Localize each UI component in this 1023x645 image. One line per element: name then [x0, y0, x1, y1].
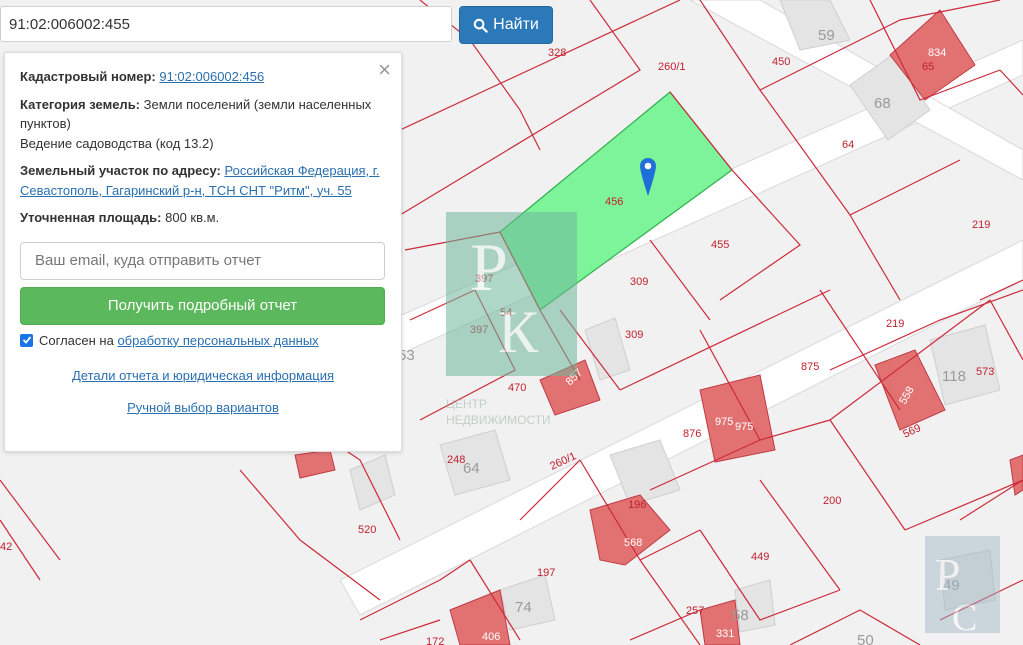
building-number: 59 [818, 27, 835, 44]
watermark-logo-corner: Р С [925, 536, 1000, 639]
parcel-label: 573 [976, 366, 994, 378]
parcel-label: 172 [426, 636, 444, 645]
building-number: 74 [515, 599, 532, 616]
land-category-label: Категория земель: [20, 96, 141, 112]
email-field[interactable] [20, 241, 385, 280]
building-number: 68 [874, 95, 891, 112]
parcel-label: 328 [548, 47, 566, 59]
building-number: 58 [732, 607, 749, 624]
parcel-label: 42 [0, 541, 12, 553]
land-usage: Ведение садоводства (код 13.2) [20, 135, 214, 151]
parcel-label: 520 [358, 524, 376, 536]
parcel-label: 257 [686, 605, 704, 617]
parcel-label: 196 [628, 499, 646, 511]
search-input[interactable] [0, 6, 452, 42]
address-label: Земельный участок по адресу: [20, 163, 221, 178]
get-report-button[interactable]: Получить подробный отчет [20, 286, 385, 325]
consent-row: Согласен на обработку персональных данны… [20, 331, 386, 351]
parcel-label: 309 [625, 329, 643, 341]
search-icon [473, 18, 488, 33]
report-details-link[interactable]: Детали отчета и юридическая информация [72, 368, 334, 383]
parcel-label: 568 [624, 537, 642, 549]
parcel-label: 450 [772, 56, 790, 68]
parcel-label: 455 [711, 239, 729, 251]
parcel-label: 200 [823, 495, 841, 507]
search-button-label: Найти [493, 16, 539, 33]
parcel-label: 406 [482, 631, 500, 643]
watermark-text: ЦЕНТР [446, 397, 487, 411]
parcel-label: 64 [842, 139, 854, 151]
land-category-row: Категория земель: Земли поселений (земли… [20, 95, 386, 134]
parcel-label: 331 [716, 628, 734, 640]
svg-text:Р: Р [935, 549, 961, 600]
parcel-label: 65 [922, 61, 934, 73]
parcel-label: 219 [886, 318, 904, 330]
parcel-label: 834 [928, 47, 946, 59]
parcel-label: 876 [683, 428, 701, 440]
parcel-info-panel: × Кадастровый номер: 91:02:006002:456 Ка… [4, 52, 402, 452]
cadastral-number-label: Кадастровый номер: [20, 69, 156, 84]
area-label: Уточненная площадь: [20, 210, 162, 225]
area-row: Уточненная площадь: 800 кв.м. [20, 208, 386, 228]
building-number: 64 [463, 460, 480, 477]
search-button[interactable]: Найти [459, 6, 553, 44]
parcel-label: 875 [801, 361, 819, 373]
parcel-label: 470 [508, 382, 526, 394]
area-value: 800 кв.м. [165, 210, 220, 225]
cadastral-number-link[interactable]: 91:02:006002:456 [159, 69, 264, 84]
svg-text:К: К [498, 299, 539, 365]
address-row: Земельный участок по адресу: Российская … [20, 161, 386, 200]
parcel-label: 260/1 [658, 61, 686, 73]
parcel-label: 197 [537, 567, 555, 579]
building-number: 118 [942, 368, 966, 385]
close-icon[interactable]: × [378, 59, 391, 81]
manual-selection-link[interactable]: Ручной выбор вариантов [127, 400, 279, 415]
personal-data-link[interactable]: обработку персональных данных [117, 331, 318, 351]
watermark-text: НЕДВИЖИМОСТИ [446, 413, 551, 427]
parcel-label: 975 [715, 416, 733, 428]
parcel-label: 309 [630, 276, 648, 288]
parcel-label: 449 [751, 551, 769, 563]
consent-checkbox[interactable] [20, 333, 33, 347]
consent-text: Согласен на [39, 332, 114, 348]
parcel-label: 975 [735, 421, 753, 433]
svg-text:С: С [952, 597, 977, 639]
parcel-label: 456 [605, 196, 623, 208]
checkmark-icon [22, 336, 31, 345]
parcel-label: 50 [857, 632, 874, 645]
svg-text:Р: Р [470, 229, 508, 305]
cadastral-number-row: Кадастровый номер: 91:02:006002:456 [20, 67, 386, 87]
parcel-label: 219 [972, 219, 990, 231]
